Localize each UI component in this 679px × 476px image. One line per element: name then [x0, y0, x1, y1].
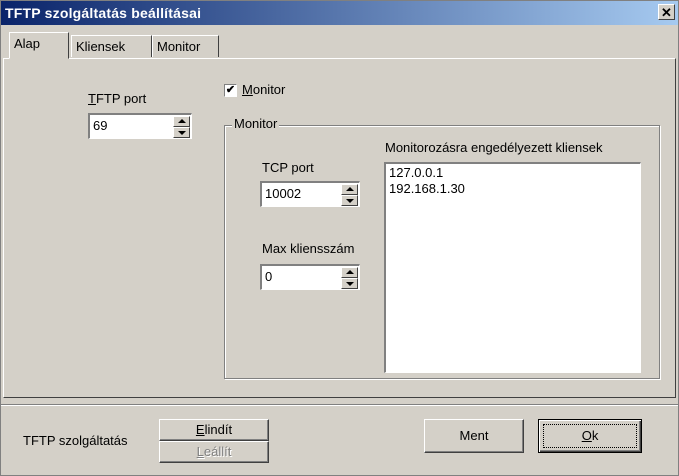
max-clients-up-arrow-icon[interactable]: [341, 267, 358, 278]
tftp-port-down-arrow-icon[interactable]: [173, 127, 190, 138]
focus-rectangle: [543, 424, 637, 448]
tcp-port-up-arrow-icon[interactable]: [341, 184, 358, 195]
monitor-group-title: Monitor: [232, 116, 280, 131]
tcp-port-value[interactable]: 10002: [265, 186, 301, 201]
tab-kliensek[interactable]: Kliensek: [71, 35, 152, 57]
close-button[interactable]: ✕: [658, 4, 675, 20]
footer-divider: [1, 404, 678, 406]
tcp-port-label: TCP port: [262, 160, 314, 175]
window-title: TFTP szolgáltatás beállításai: [5, 5, 202, 21]
tab-monitor[interactable]: Monitor: [152, 35, 219, 57]
tftp-port-label: TFTP port: [88, 91, 147, 106]
tab-monitor-label: Monitor: [157, 39, 201, 54]
tcp-port-down-arrow-icon[interactable]: [341, 195, 358, 206]
save-button[interactable]: Ment: [424, 419, 524, 453]
tftp-port-up-arrow-icon[interactable]: [173, 116, 190, 127]
tftp-port-value[interactable]: 69: [93, 118, 107, 133]
tab-kliensek-label: Kliensek: [76, 39, 126, 54]
max-clients-spinner[interactable]: 0: [260, 264, 360, 290]
tftp-port-spinner[interactable]: 69: [88, 113, 192, 139]
settings-dialog: TFTP szolgáltatás beállításai ✕ Alap Kli…: [0, 0, 679, 476]
title-bar[interactable]: TFTP szolgáltatás beállításai ✕: [1, 1, 678, 25]
max-clients-label: Max kliensszám: [262, 241, 355, 256]
list-item[interactable]: 192.168.1.30: [389, 181, 637, 197]
ok-button[interactable]: Ok: [538, 419, 642, 453]
tab-alap[interactable]: Alap: [9, 32, 69, 59]
list-item[interactable]: 127.0.0.1: [389, 165, 637, 181]
monitor-checkbox[interactable]: ✔: [224, 84, 237, 97]
monitor-checkbox-label[interactable]: Monitor: [242, 82, 285, 97]
start-button[interactable]: Elindít: [159, 419, 269, 441]
checkmark-icon: ✔: [225, 84, 236, 96]
service-label: TFTP szolgáltatás: [23, 433, 128, 448]
tab-alap-label: Alap: [14, 36, 41, 51]
allowed-clients-list[interactable]: 127.0.0.1 192.168.1.30: [384, 162, 641, 373]
tab-panel: TFTP port 69 ✔ Monitor Monitor TCP port …: [3, 58, 676, 398]
max-clients-down-arrow-icon[interactable]: [341, 278, 358, 289]
allowed-clients-label: Monitorozásra engedélyezett kliensek: [385, 140, 603, 155]
tcp-port-spinner[interactable]: 10002: [260, 181, 360, 207]
stop-button[interactable]: Leállít: [159, 441, 269, 463]
close-icon: ✕: [661, 5, 672, 20]
max-clients-value[interactable]: 0: [265, 269, 272, 284]
